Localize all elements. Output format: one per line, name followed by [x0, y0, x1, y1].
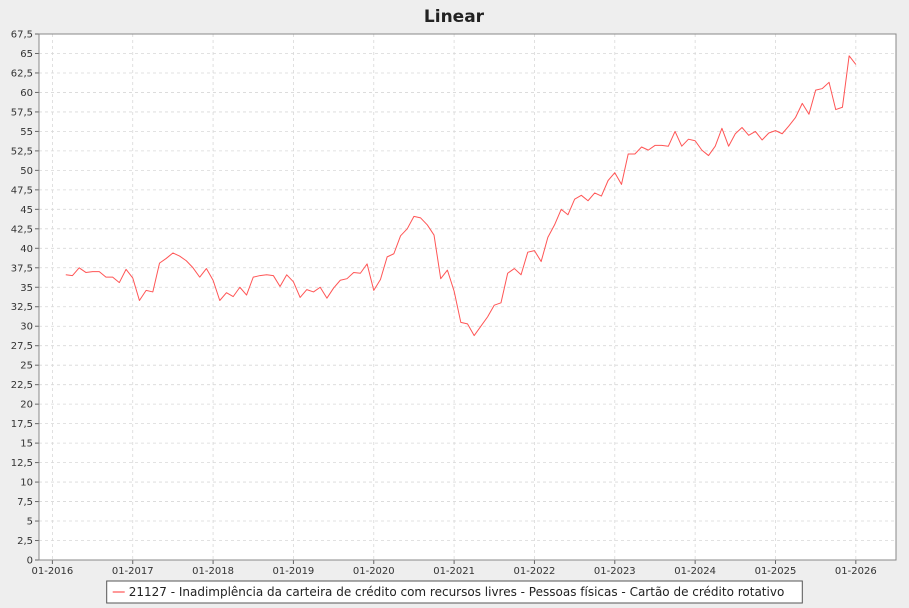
x-tick-label: 01-2016 — [31, 566, 73, 577]
y-tick-label: 52,5 — [11, 146, 33, 157]
legend: 21127 - Inadimplência da carteira de cré… — [106, 580, 803, 604]
y-tick-label: 15 — [20, 439, 33, 450]
y-tick-label: 55 — [20, 127, 33, 138]
x-tick-label: 01-2019 — [273, 566, 315, 577]
y-tick-label: 40 — [20, 244, 33, 255]
y-tick-label: 65 — [20, 49, 33, 60]
y-tick-label: 47,5 — [11, 185, 33, 196]
y-tick-label: 27,5 — [11, 341, 33, 352]
y-tick-label: 62,5 — [11, 68, 33, 79]
y-tick-label: 35 — [20, 283, 33, 294]
y-tick-label: 17,5 — [11, 419, 33, 430]
x-tick-label: 01-2020 — [353, 566, 395, 577]
chart-title: Linear — [424, 7, 485, 27]
y-tick-label: 45 — [20, 205, 33, 216]
y-tick-label: 25 — [20, 361, 33, 372]
x-tick-label: 01-2018 — [192, 566, 234, 577]
y-tick-label: 5 — [27, 517, 33, 528]
x-tick-label: 01-2024 — [674, 566, 716, 577]
x-tick-label: 01-2026 — [835, 566, 877, 577]
y-tick-label: 60 — [20, 88, 33, 99]
y-tick-label: 2,5 — [17, 536, 33, 547]
y-tick-label: 0 — [27, 556, 33, 567]
x-tick-label: 01-2017 — [112, 566, 154, 577]
y-tick-label: 32,5 — [11, 302, 33, 313]
x-tick-label: 01-2025 — [755, 566, 797, 577]
y-tick-label: 42,5 — [11, 224, 33, 235]
x-tick-label: 01-2021 — [433, 566, 475, 577]
plot-area — [39, 34, 896, 560]
y-tick-label: 50 — [20, 166, 33, 177]
legend-label: 21127 - Inadimplência da carteira de cré… — [129, 585, 785, 599]
y-tick-label: 37,5 — [11, 263, 33, 274]
y-tick-label: 22,5 — [11, 380, 33, 391]
y-tick-label: 7,5 — [17, 497, 33, 508]
y-tick-label: 12,5 — [11, 458, 33, 469]
line-chart: Linear 02,557,51012,51517,52022,52527,53… — [11, 7, 897, 604]
y-tick-label: 10 — [20, 478, 33, 489]
y-tick-label: 20 — [20, 400, 33, 411]
y-tick-label: 30 — [20, 322, 33, 333]
y-tick-label: 57,5 — [11, 107, 33, 118]
x-tick-label: 01-2022 — [514, 566, 556, 577]
x-tick-label: 01-2023 — [594, 566, 636, 577]
chart-container: Linear 0 2,5 5 7,5 10 12,5 15 17,5 20 22,5 25 27,5 3… — [0, 0, 909, 608]
y-tick-label: 67,5 — [11, 30, 33, 41]
